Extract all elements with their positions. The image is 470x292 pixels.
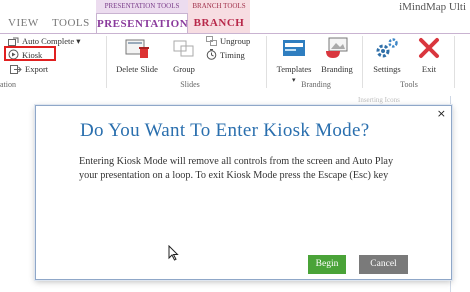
group-separator — [362, 36, 363, 88]
templates-button[interactable]: Templates — [272, 36, 316, 74]
delete-slide-button[interactable]: Delete Slide — [112, 36, 162, 74]
delete-slide-label: Delete Slide — [116, 64, 158, 74]
ungroup-icon — [206, 36, 217, 46]
timing-button[interactable]: Timing — [206, 49, 245, 60]
slides-group-label: Slides — [180, 80, 200, 89]
branding-button[interactable]: Branding — [316, 36, 358, 74]
export-label: Export — [25, 64, 49, 74]
settings-label: Settings — [373, 64, 401, 74]
presentation-group-label: ation — [0, 80, 16, 89]
dialog-title: Do You Want To Enter Kiosk Mode? — [80, 120, 370, 141]
kiosk-mode-dialog: × Do You Want To Enter Kiosk Mode? Enter… — [35, 105, 452, 280]
gear-icon — [374, 36, 400, 60]
auto-complete-icon — [8, 37, 19, 46]
kiosk-highlight-box — [4, 46, 56, 61]
branch-tools-context-label: BRANCH TOOLS — [188, 0, 250, 13]
timing-icon — [206, 49, 217, 60]
group-separator — [106, 36, 107, 88]
exit-label: Exit — [421, 64, 437, 74]
begin-button[interactable]: Begin — [308, 255, 346, 274]
ungroup-button[interactable]: Ungroup — [206, 36, 250, 46]
tab-presentation[interactable]: PRESENTATION — [96, 13, 188, 33]
mouse-pointer-icon — [168, 245, 179, 261]
app-title: iMindMap Ulti — [399, 1, 466, 13]
close-icon — [418, 36, 440, 60]
group-separator — [266, 36, 267, 88]
cancel-button[interactable]: Cancel — [359, 255, 408, 274]
export-button[interactable]: Export — [10, 64, 48, 74]
export-icon — [10, 64, 22, 74]
branding-group-label: Branding — [301, 80, 331, 89]
ribbon: PRESENTATION TOOLS BRANCH TOOLS iMindMap… — [0, 0, 470, 94]
timing-label: Timing — [220, 49, 245, 60]
templates-icon — [282, 36, 306, 60]
tools-group-label: Tools — [400, 80, 418, 89]
branding-icon — [324, 36, 350, 60]
ungroup-label: Ungroup — [220, 36, 251, 46]
settings-button[interactable]: Settings — [368, 36, 406, 74]
branding-label: Branding — [321, 64, 353, 74]
tab-branch[interactable]: BRANCH — [188, 13, 250, 33]
close-icon[interactable]: × — [437, 107, 446, 120]
group-separator — [454, 36, 455, 88]
delete-slide-icon — [124, 36, 150, 60]
group-button[interactable]: Group — [168, 36, 200, 74]
templates-label: Templates — [276, 64, 312, 74]
faded-topic-label: Inserting Icons — [358, 96, 400, 104]
dialog-message: Entering Kiosk Mode will remove all cont… — [79, 156, 394, 181]
tab-view[interactable]: VIEW — [8, 13, 39, 33]
presentation-tools-context-label: PRESENTATION TOOLS — [96, 0, 188, 13]
exit-button[interactable]: Exit — [414, 36, 444, 74]
group-icon — [172, 36, 196, 60]
group-label: Group — [173, 64, 195, 74]
tab-tools[interactable]: TOOLS — [52, 13, 90, 33]
